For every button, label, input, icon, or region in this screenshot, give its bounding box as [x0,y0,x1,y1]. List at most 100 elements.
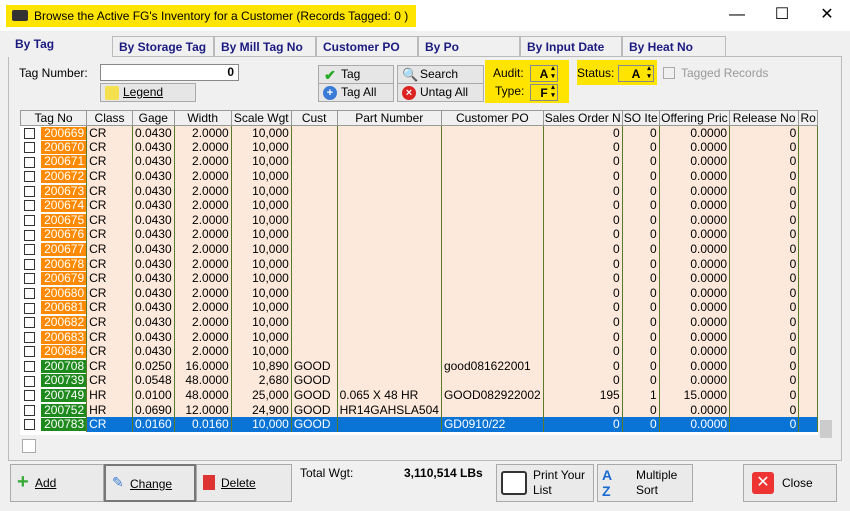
row-checkbox[interactable] [23,419,35,431]
row-checkbox[interactable] [23,375,35,387]
column-header[interactable]: Sales Order N [542,110,623,126]
column-header[interactable]: Width [173,110,232,126]
row-checkbox[interactable] [23,171,35,183]
delete-button[interactable]: Delete [196,464,292,502]
table-row[interactable]: 200682 CR 0.0430 2.0000 10,000 0 0 0.0000 0 [20,315,818,330]
cell: 0 [729,344,800,359]
cell: 0.0000 [659,373,731,389]
cell: 0 [543,256,623,272]
row-checkbox[interactable] [23,128,35,139]
cell: 0.0000 [659,125,731,141]
table-row[interactable]: 200674 CR 0.0430 2.0000 10,000 0 0 0.0000 0 [20,198,818,214]
inventory-grid[interactable]: Tag No Class Gage Width Scale Wgt Cust Part Nu… [20,110,818,435]
row-checkbox[interactable] [23,185,35,197]
table-row[interactable]: 200708 CR 0.0250 16.0000 10,890 GOOD good08162… [20,359,818,374]
row-checkbox[interactable] [23,390,35,402]
column-header[interactable]: Part Number [336,110,442,126]
table-row[interactable]: 200683 CR 0.0430 2.0000 10,000 0 0 0.0000 0 [20,329,818,345]
cell: 10,000 [231,344,292,359]
horizontal-scrollbar[interactable] [20,438,818,454]
table-row[interactable]: 200672 CR 0.0430 2.0000 10,000 0 0 0.0000 0 [20,169,818,184]
cell: 0.0000 [659,256,731,272]
vertical-scrollbar[interactable] [818,110,834,454]
type-spinner[interactable]: F [530,84,558,101]
row-checkbox[interactable] [23,288,35,300]
table-row[interactable]: 200676 CR 0.0430 2.0000 10,000 0 0 0.0000 0 [20,227,818,243]
tab-by-input-date[interactable]: By Input Date [520,36,622,56]
row-checkbox[interactable] [23,361,35,372]
status-spinner[interactable]: A [618,65,654,82]
tab-by-po[interactable]: By Po [418,36,520,56]
close-window-button[interactable]: ✕ [812,4,842,26]
cell: 0 [729,329,800,345]
print-list-button[interactable]: Print Your List [496,464,594,502]
table-row[interactable]: 200679 CR 0.0430 2.0000 10,000 0 0 0.0000 0 [20,271,818,287]
table-row[interactable]: 200749 HR 0.0100 48.0000 25,000 GOOD 0.065 X 4… [20,388,818,403]
table-row[interactable]: 200739 CR 0.0548 48.0000 2,680 GOOD 0 0 0.0000 0 [20,373,818,389]
column-header[interactable]: Gage [131,110,175,126]
tab-by-tag[interactable]: By Tag [8,33,112,57]
table-row[interactable]: 200681 CR 0.0430 2.0000 10,000 0 0 0.0000 0 [20,300,818,316]
tag-number-input[interactable]: 0 [100,64,239,81]
tagged-records-checkbox[interactable] [663,67,675,79]
row-checkbox[interactable] [23,317,35,329]
tab-by-storage-tag[interactable]: By Storage Tag [112,36,214,56]
cell [798,140,818,155]
minimize-button[interactable]: — [722,4,752,26]
tab-customer-po[interactable]: Customer PO [316,36,418,56]
tag-all-button[interactable]: + Tag All [318,83,394,102]
table-row[interactable]: 200677 CR 0.0430 2.0000 10,000 0 0 0.0000 0 [20,242,818,257]
column-header[interactable]: Release No [729,110,800,126]
column-header[interactable]: Tag No [20,110,88,126]
table-row[interactable]: 200675 CR 0.0430 2.0000 10,000 0 0 0.0000 0 [20,213,818,228]
column-header[interactable]: Customer PO [440,110,544,126]
table-row[interactable]: 200680 CR 0.0430 2.0000 10,000 0 0 0.0000 0 [20,286,818,301]
row-checkbox[interactable] [23,404,35,416]
table-row[interactable]: 200669 CR 0.0430 2.0000 10,000 0 0 0.0000 0 [20,125,818,141]
multiple-sort-button[interactable]: A Z Multiple Sort [597,464,693,502]
row-checkbox[interactable] [23,331,35,343]
cell [441,198,544,214]
table-row[interactable]: 200783 CR 0.0160 0.0160 10,000 GOOD GD0910/22 0… [20,417,818,432]
tag-label: Tag [341,67,361,81]
table-row[interactable]: 200670 CR 0.0430 2.0000 10,000 0 0 0.0000 0 [20,140,818,155]
table-row[interactable]: 200678 CR 0.0430 2.0000 10,000 0 0 0.0000 0 [20,256,818,272]
cell: 0 [622,315,660,330]
tab-by-heat-no[interactable]: By Heat No [622,36,726,56]
legend-button[interactable]: Legend [100,83,196,102]
row-checkbox[interactable] [23,273,35,285]
table-row[interactable]: 200752 HR 0.0690 12.0000 24,900 GOOD HR14GAHSL… [20,402,818,418]
column-header[interactable]: Cust [290,110,338,126]
row-checkbox[interactable] [23,200,35,212]
row-checkbox[interactable] [23,156,35,168]
table-row[interactable]: 200673 CR 0.0430 2.0000 10,000 0 0 0.0000 0 [20,183,818,199]
table-row[interactable]: 200671 CR 0.0430 2.0000 10,000 0 0 0.0000 0 [20,154,818,170]
add-button[interactable]: + Add [10,464,104,502]
row-checkbox[interactable] [23,215,35,227]
column-header[interactable]: Scale Wgt [230,110,292,126]
row-checkbox[interactable] [23,302,35,314]
row-checkbox[interactable] [23,229,35,241]
tab-by-mill-tag-no[interactable]: By Mill Tag No [214,36,316,56]
audit-spinner[interactable]: A [530,65,558,82]
row-checkbox[interactable] [23,258,35,270]
scroll-left-button[interactable] [22,439,36,453]
maximize-button[interactable]: ☐ [767,4,797,26]
search-button[interactable]: 🔍 Search [397,65,484,84]
cell: 2.0000 [174,315,232,330]
table-row[interactable]: 200684 CR 0.0430 2.0000 10,000 0 0 0.0000 0 [20,344,818,359]
row-checkbox[interactable] [23,346,35,358]
column-header[interactable]: Ro [798,110,818,126]
untag-all-button[interactable]: × Untag All [397,83,484,102]
scroll-thumb[interactable] [820,420,832,438]
tag-button[interactable]: ✔ Tag [318,65,394,84]
column-header[interactable]: Offering Pric [658,110,731,126]
column-header[interactable]: SO Ite [621,110,660,126]
row-checkbox[interactable] [23,142,35,154]
row-checkbox[interactable] [23,244,35,256]
close-button[interactable]: ✕ Close [743,464,837,502]
cell [441,169,544,184]
change-button[interactable]: ✎ Change [104,464,196,502]
window-title-text: Browse the Active FG's Inventory for a C… [34,9,409,23]
column-header[interactable]: Class [86,110,133,126]
